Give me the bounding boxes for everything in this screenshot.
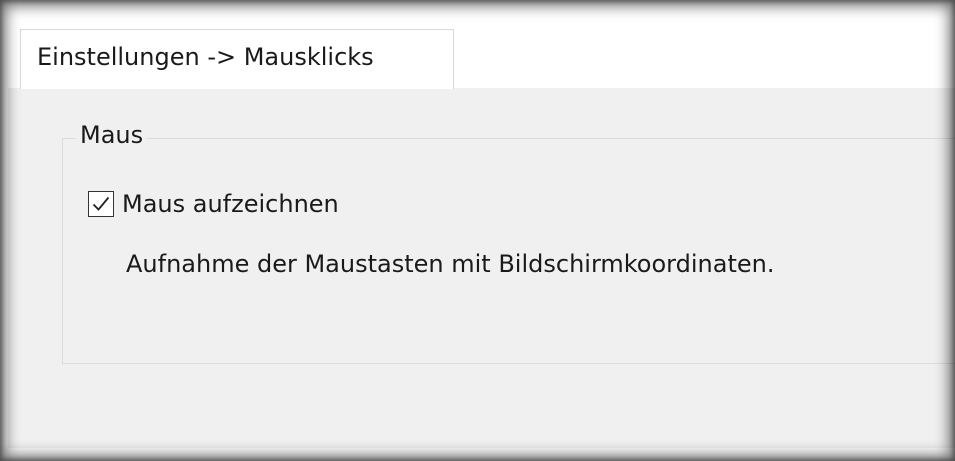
record-mouse-option[interactable]: Maus aufzeichnen bbox=[88, 190, 339, 218]
settings-window: Einstellungen -> Mausklicks Maus Maus au… bbox=[0, 0, 955, 461]
record-mouse-label: Maus aufzeichnen bbox=[122, 190, 339, 218]
tab-label: Einstellungen -> Mausklicks bbox=[37, 43, 374, 71]
checkmark-icon bbox=[92, 196, 110, 211]
groupbox-title: Maus bbox=[76, 121, 148, 149]
record-mouse-description: Aufnahme der Maustasten mit Bildschirmko… bbox=[126, 250, 775, 278]
tab-mouse-clicks[interactable]: Einstellungen -> Mausklicks bbox=[20, 29, 454, 89]
record-mouse-checkbox[interactable] bbox=[88, 191, 114, 217]
